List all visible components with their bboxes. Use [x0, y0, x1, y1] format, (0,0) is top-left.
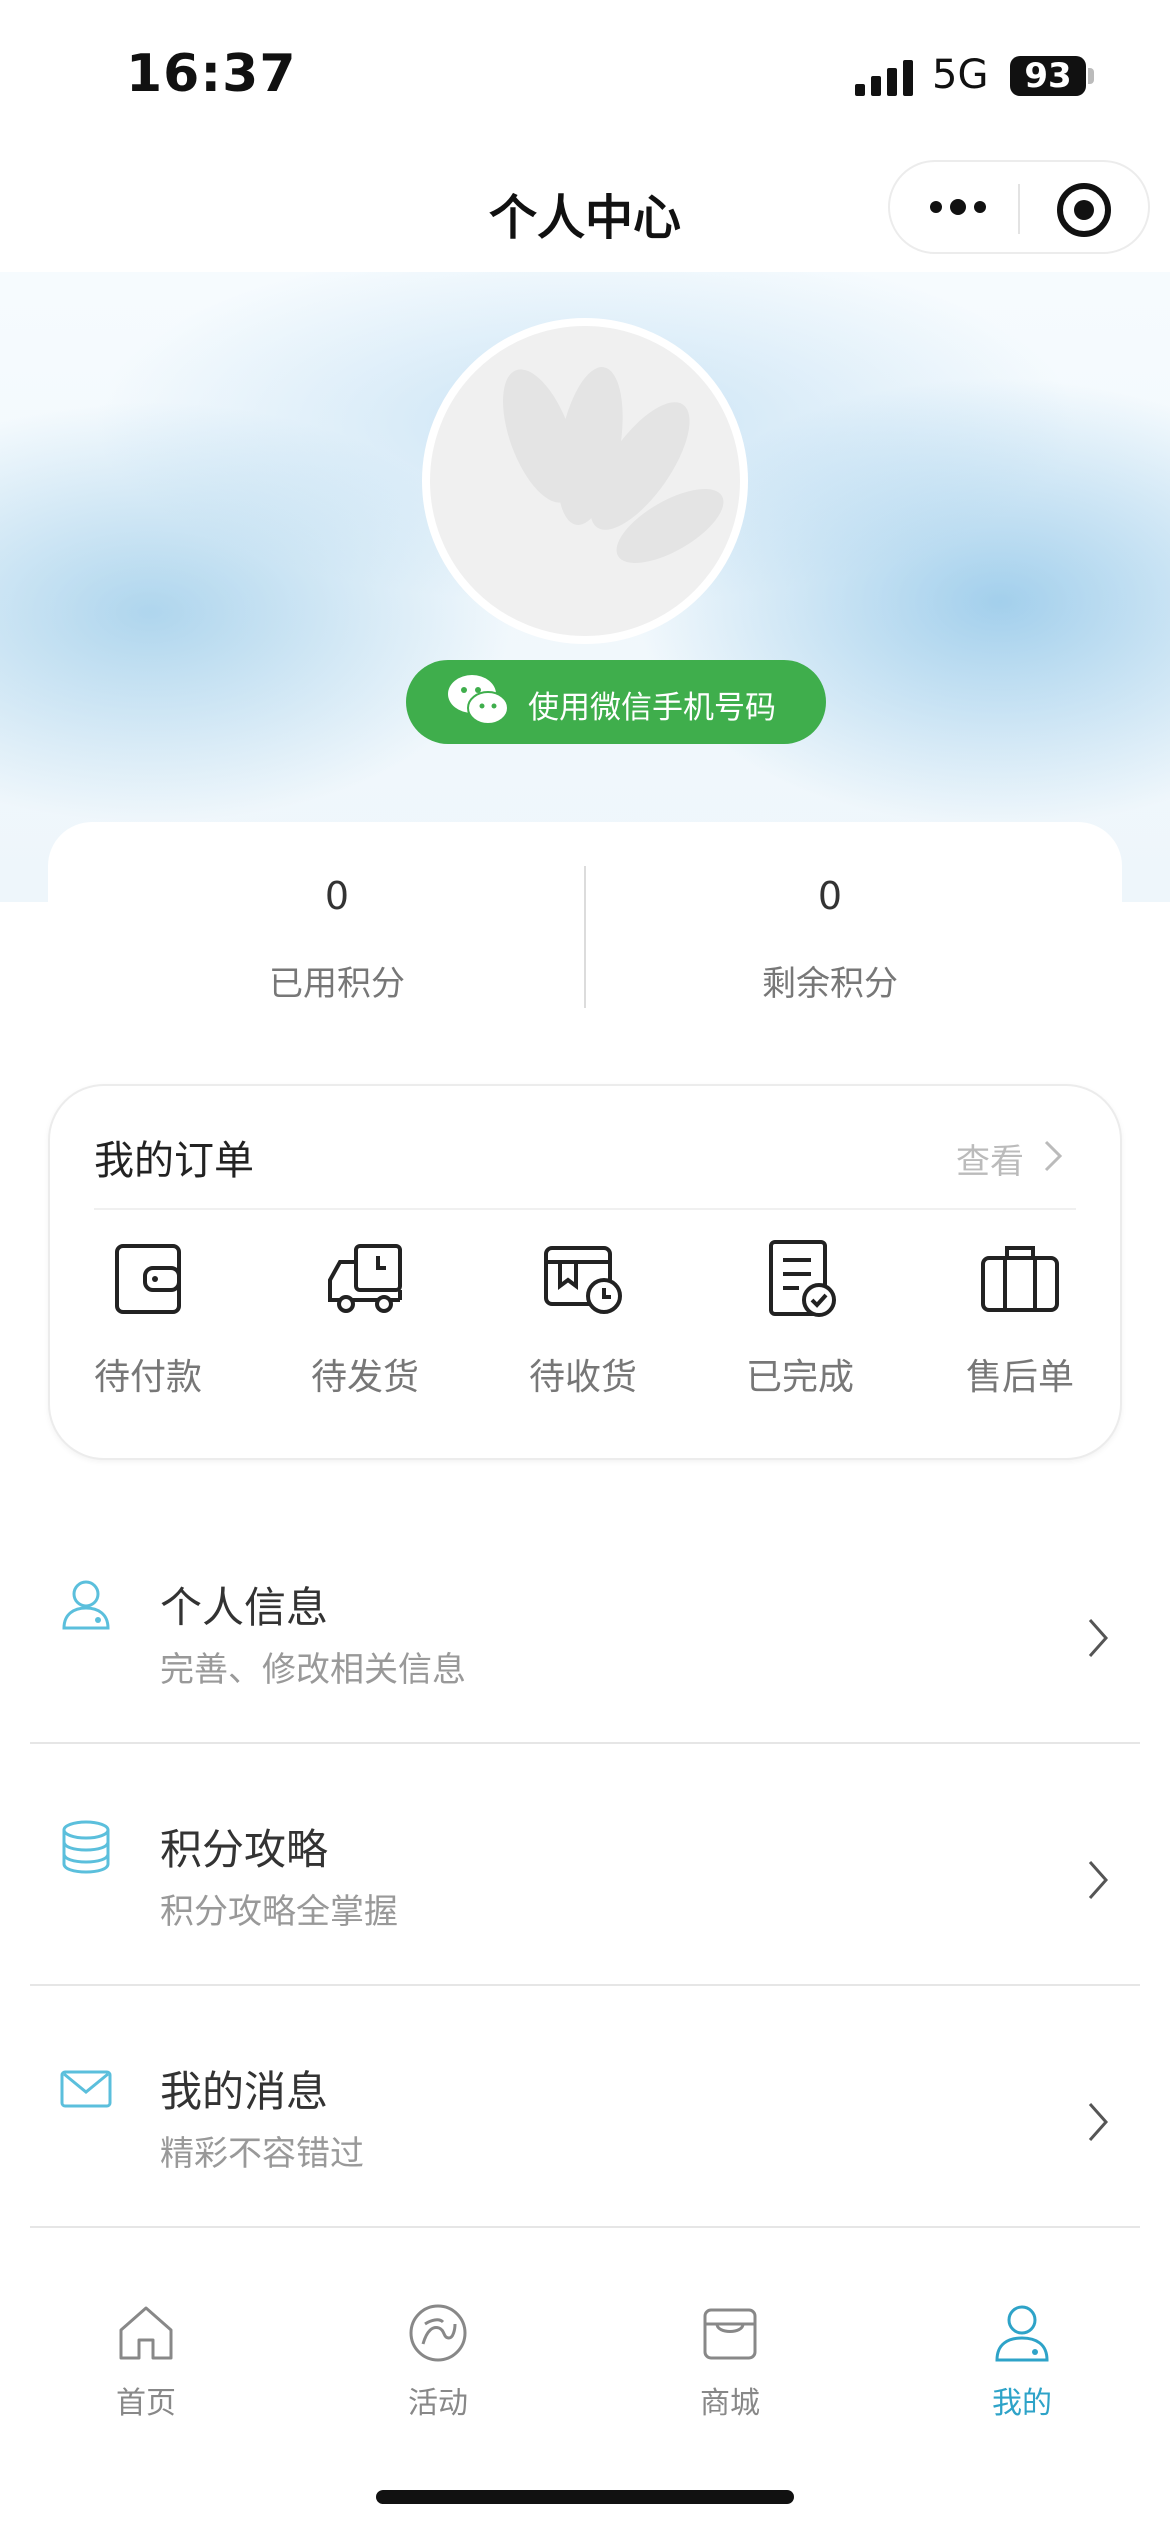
order-label: 已完成: [745, 1357, 854, 1398]
network-type: 5G: [932, 52, 989, 98]
order-label: 待发货: [310, 1357, 419, 1398]
mail-icon: [60, 2070, 112, 2108]
order-after-sales[interactable]: 售后单: [940, 1234, 1100, 1400]
menu-points-guide[interactable]: 积分攻略 积分攻略全掌握: [30, 1746, 1140, 1986]
menu-separator: [30, 1984, 1140, 1986]
tab-label: 商城: [700, 2386, 760, 2421]
cellular-signal-icon: [855, 60, 913, 96]
orders-title: 我的订单: [94, 1138, 254, 1184]
menu-my-messages[interactable]: 我的消息 精彩不容错过: [30, 1988, 1140, 2228]
order-pending-payment[interactable]: 待付款: [68, 1234, 228, 1400]
order-label: 售后单: [965, 1357, 1074, 1398]
home-indicator: [376, 2490, 794, 2504]
menu-subtitle: 精彩不容错过: [160, 2134, 364, 2174]
orders-view-link[interactable]: 查看: [956, 1134, 1024, 1183]
remaining-points-value: 0: [817, 874, 843, 918]
order-label: 待付款: [93, 1357, 202, 1398]
default-avatar-icon: [503, 367, 724, 563]
used-points-value: 0: [324, 874, 350, 918]
battery-terminal: [1088, 68, 1094, 84]
used-points-label: 已用积分: [269, 964, 405, 1004]
remaining-points-label: 剩余积分: [762, 964, 898, 1004]
points-divider: [584, 866, 586, 1008]
order-completed[interactable]: 已完成: [720, 1234, 880, 1400]
capsule-divider: [1018, 184, 1020, 234]
tab-home[interactable]: 首页: [46, 2300, 246, 2422]
order-pending-shipment[interactable]: 待发货: [285, 1234, 445, 1400]
wallet-icon: [115, 1244, 181, 1314]
package-clock-icon: [544, 1246, 622, 1314]
orders-separator: [94, 1208, 1076, 1210]
tab-label: 我的: [992, 2386, 1052, 2421]
menu-separator: [30, 1742, 1140, 1744]
document-check-icon: [769, 1240, 836, 1317]
wechat-icon: [448, 675, 509, 725]
tab-mine[interactable]: 我的: [922, 2300, 1122, 2422]
tab-activity[interactable]: 活动: [338, 2300, 538, 2422]
home-icon: [119, 2306, 173, 2360]
menu-subtitle: 积分攻略全掌握: [160, 1892, 398, 1932]
chevron-right-icon: [1088, 1619, 1109, 1657]
menu-title: 积分攻略: [160, 1825, 329, 1874]
briefcase-icon: [981, 1246, 1059, 1312]
chevron-right-icon: [1088, 2103, 1109, 2141]
menu-title: 个人信息: [160, 1583, 329, 1632]
profile-icon: [995, 2305, 1049, 2362]
shop-icon: [703, 2308, 757, 2360]
chevron-right-icon: [1088, 1861, 1109, 1899]
tab-shop[interactable]: 商城: [630, 2300, 830, 2422]
coins-icon: [62, 1820, 110, 1874]
menu-subtitle: 完善、修改相关信息: [160, 1650, 466, 1690]
status-time: 16:37: [126, 44, 297, 104]
menu-personal-info[interactable]: 个人信息 完善、修改相关信息: [30, 1504, 1140, 1744]
menu-separator: [30, 2226, 1140, 2228]
wechat-button-label: 使用微信手机号码: [528, 690, 776, 726]
more-icon[interactable]: [928, 190, 988, 224]
battery-icon: 93: [1010, 56, 1086, 96]
chevron-right-icon[interactable]: [1042, 1138, 1064, 1174]
order-label: 待收货: [528, 1357, 637, 1398]
delivery-truck-icon: [328, 1244, 402, 1313]
order-pending-receipt[interactable]: 待收货: [503, 1234, 663, 1400]
menu-title: 我的消息: [160, 2067, 329, 2116]
tab-label: 活动: [408, 2386, 468, 2421]
user-icon: [62, 1580, 110, 1630]
battery-level: 93: [1024, 56, 1072, 96]
close-target-icon[interactable]: [1054, 180, 1114, 240]
activity-icon: [409, 2304, 467, 2362]
tab-label: 首页: [116, 2386, 176, 2421]
avatar[interactable]: [422, 318, 748, 644]
